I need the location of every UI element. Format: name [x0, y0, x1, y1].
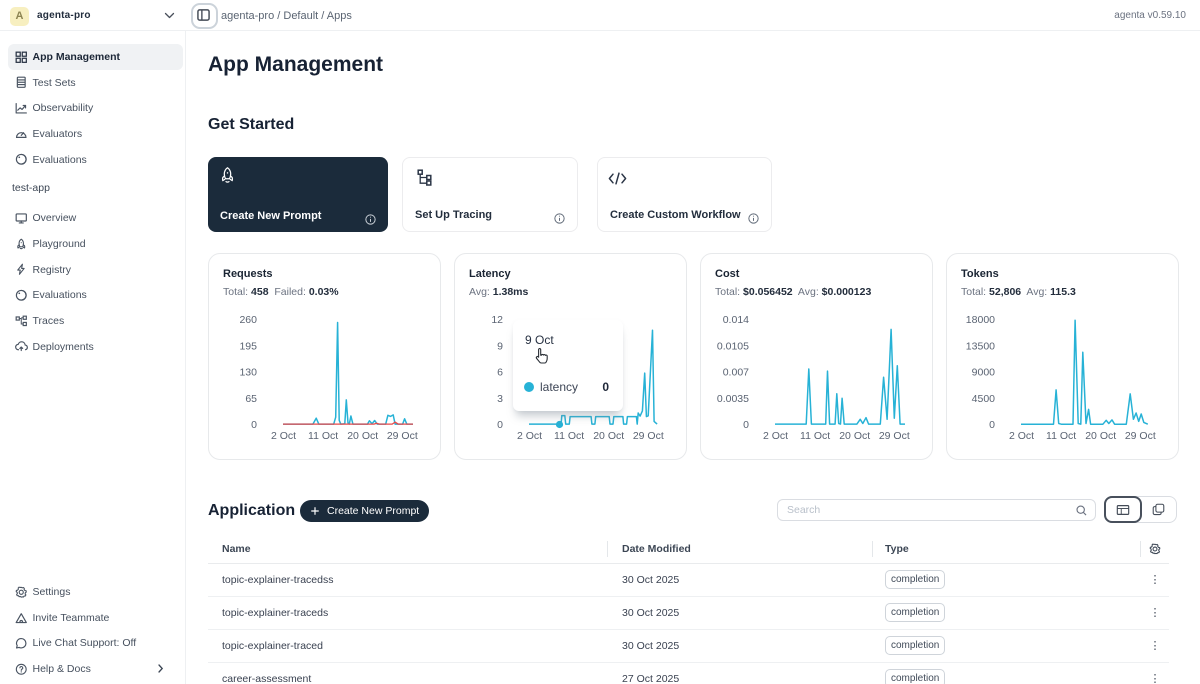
svg-text:0.007: 0.007 — [723, 367, 749, 379]
svg-text:13500: 13500 — [966, 340, 995, 352]
svg-text:260: 260 — [239, 314, 257, 326]
svg-text:3: 3 — [497, 393, 503, 405]
svg-text:11 Oct: 11 Oct — [554, 430, 584, 442]
svg-text:0: 0 — [989, 419, 995, 431]
svg-text:65: 65 — [245, 393, 257, 405]
svg-text:11 Oct: 11 Oct — [1046, 430, 1076, 442]
svg-text:20 Oct: 20 Oct — [593, 430, 624, 442]
svg-text:0.014: 0.014 — [723, 314, 749, 326]
svg-text:6: 6 — [497, 367, 503, 379]
svg-text:130: 130 — [239, 367, 257, 379]
svg-text:0: 0 — [497, 419, 503, 431]
svg-text:0.0035: 0.0035 — [717, 393, 749, 405]
svg-text:0.0105: 0.0105 — [717, 340, 749, 352]
svg-text:195: 195 — [239, 340, 257, 352]
svg-text:29 Oct: 29 Oct — [1125, 430, 1156, 442]
svg-text:0: 0 — [743, 419, 749, 431]
svg-text:20 Oct: 20 Oct — [1085, 430, 1116, 442]
svg-text:2 Oct: 2 Oct — [517, 430, 542, 442]
svg-text:9: 9 — [497, 340, 503, 352]
svg-text:11 Oct: 11 Oct — [800, 430, 830, 442]
svg-text:29 Oct: 29 Oct — [387, 430, 418, 442]
svg-text:20 Oct: 20 Oct — [347, 430, 378, 442]
svg-text:0: 0 — [251, 419, 257, 431]
svg-text:2 Oct: 2 Oct — [1009, 430, 1034, 442]
svg-text:12: 12 — [491, 314, 503, 326]
svg-text:2 Oct: 2 Oct — [763, 430, 788, 442]
svg-text:18000: 18000 — [966, 314, 995, 326]
svg-text:9000: 9000 — [972, 367, 996, 379]
svg-text:4500: 4500 — [972, 393, 996, 405]
svg-text:29 Oct: 29 Oct — [879, 430, 910, 442]
svg-text:20 Oct: 20 Oct — [839, 430, 870, 442]
svg-text:11 Oct: 11 Oct — [308, 430, 338, 442]
svg-text:29 Oct: 29 Oct — [633, 430, 664, 442]
svg-text:2 Oct: 2 Oct — [271, 430, 296, 442]
